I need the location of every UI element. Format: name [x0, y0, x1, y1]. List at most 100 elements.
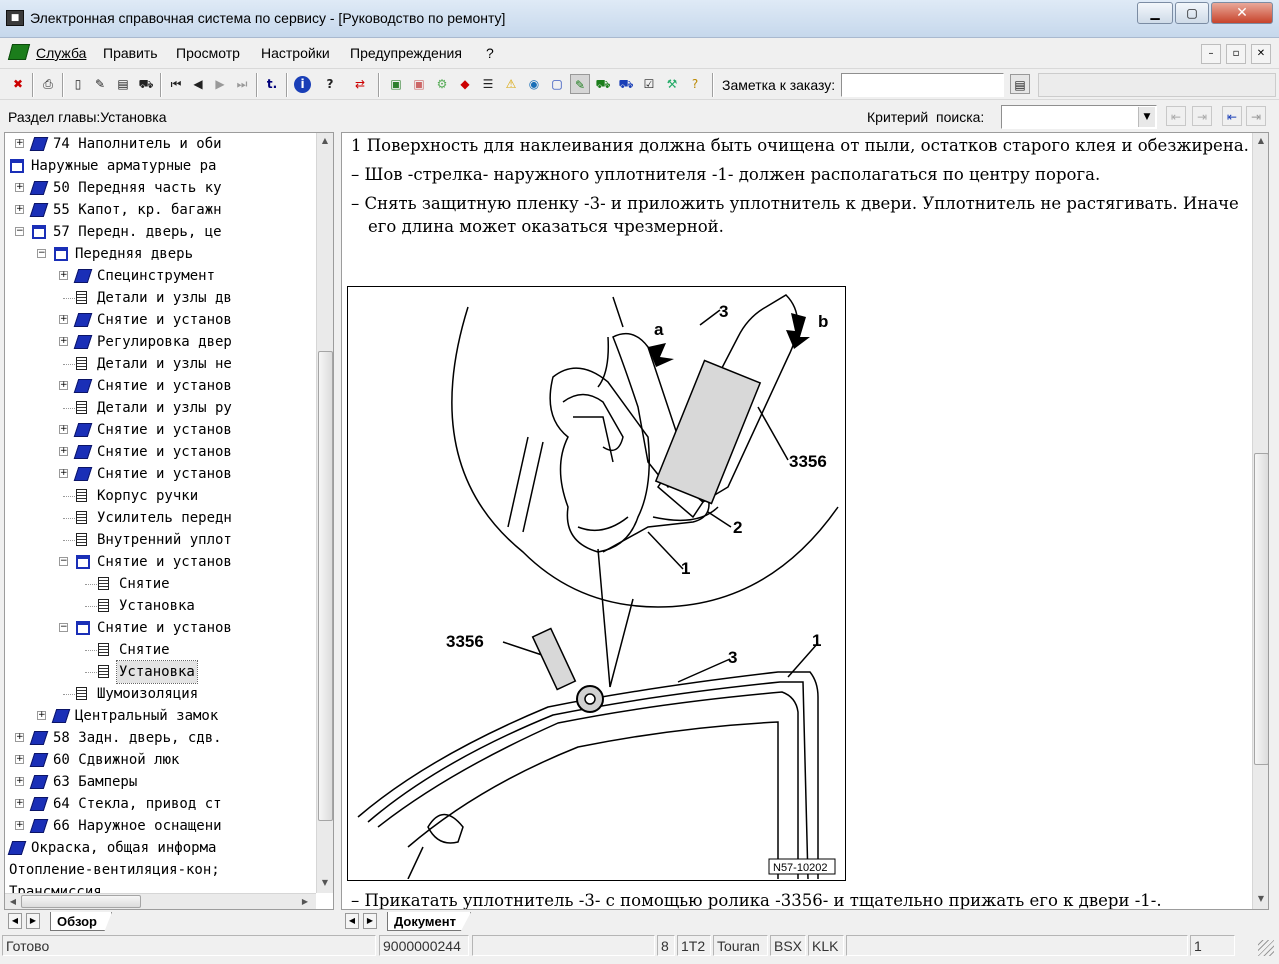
- doc-tab-prev-icon[interactable]: ◀: [345, 913, 359, 929]
- tree-item[interactable]: +74 Наполнитель и оби: [5, 133, 316, 155]
- tab-document[interactable]: Документ: [387, 912, 471, 931]
- tree-item[interactable]: Внутренний уплот: [5, 529, 316, 551]
- box-icon[interactable]: ▢: [547, 74, 567, 94]
- collapse-icon[interactable]: −: [59, 623, 68, 632]
- tree-item[interactable]: + Снятие и установ: [5, 441, 316, 463]
- car-icon[interactable]: ⛟: [136, 74, 156, 94]
- new-document-icon[interactable]: ▯: [68, 74, 88, 94]
- minimize-button[interactable]: ▁: [1137, 2, 1173, 24]
- warning-icon[interactable]: ⚠: [501, 74, 521, 94]
- menu-view[interactable]: Просмотр: [176, 45, 240, 61]
- tree-hscroll-thumb[interactable]: [21, 895, 141, 908]
- close-button[interactable]: ✕: [1211, 2, 1273, 24]
- expand-icon[interactable]: +: [15, 755, 24, 764]
- tree-item[interactable]: Снятие: [5, 639, 316, 661]
- tree-item[interactable]: Корпус ручки: [5, 485, 316, 507]
- expand-icon[interactable]: +: [15, 777, 24, 786]
- resize-grip-icon[interactable]: [1258, 940, 1274, 956]
- scroll-right-arrow-icon[interactable]: ▶: [297, 894, 313, 909]
- tree-item[interactable]: +63 Бамперы: [5, 771, 316, 793]
- tree-item[interactable]: +Окраска, общая информа: [5, 837, 316, 859]
- expand-icon[interactable]: +: [59, 469, 68, 478]
- mdi-restore-button[interactable]: ▫: [1226, 44, 1246, 64]
- tree-item[interactable]: Снятие: [5, 573, 316, 595]
- expand-icon[interactable]: +: [59, 337, 68, 346]
- search-back-icon[interactable]: ⇤: [1166, 106, 1186, 126]
- car-blue-icon[interactable]: ⛟: [616, 74, 636, 94]
- scroll-left-arrow-icon[interactable]: ◀: [5, 894, 21, 909]
- tree-item[interactable]: − 57 Передн. дверь, це: [5, 221, 316, 243]
- tree-item[interactable]: +Отопление-вентиляция-кон;: [5, 859, 316, 881]
- collapse-icon[interactable]: −: [59, 557, 68, 566]
- tree-item[interactable]: Детали и узлы не: [5, 353, 316, 375]
- tree-item[interactable]: Детали и узлы дв: [5, 287, 316, 309]
- exit-icon[interactable]: ✖: [8, 74, 28, 94]
- help-icon[interactable]: ?: [320, 74, 340, 94]
- maximize-button[interactable]: ▢: [1175, 2, 1209, 24]
- doc-tab-next-icon[interactable]: ▶: [363, 913, 377, 929]
- menu-warnings[interactable]: Предупреждения: [350, 45, 462, 61]
- edit-document-icon[interactable]: ✎: [90, 74, 110, 94]
- pen-green-icon[interactable]: ✎: [570, 74, 590, 94]
- expand-icon[interactable]: +: [59, 425, 68, 434]
- tree-item[interactable]: +55 Капот, кр. багажн: [5, 199, 316, 221]
- next-page-icon[interactable]: ▶: [210, 74, 230, 94]
- book-orange-icon[interactable]: ▣: [409, 74, 429, 94]
- menu-edit[interactable]: Править: [103, 45, 158, 61]
- up-level-icon[interactable]: t.: [262, 74, 282, 94]
- clipboard-icon[interactable]: ☑: [639, 74, 659, 94]
- expand-icon[interactable]: +: [37, 711, 46, 720]
- tree-item[interactable]: +66 Наружное оснащени: [5, 815, 316, 837]
- search-next-icon[interactable]: ⇥: [1246, 106, 1266, 126]
- tree-item[interactable]: + Снятие и установ: [5, 463, 316, 485]
- tree-item[interactable]: Установка: [5, 660, 316, 684]
- chevron-down-icon[interactable]: ▼: [1138, 107, 1155, 127]
- car-green-icon[interactable]: ⛟: [593, 74, 613, 94]
- menu-help[interactable]: ?: [486, 45, 494, 61]
- tree-item[interactable]: + Снятие и установ: [5, 309, 316, 331]
- print-icon[interactable]: ⎙: [38, 74, 58, 94]
- first-page-icon[interactable]: ⏮: [166, 74, 186, 94]
- tree-item[interactable]: + Специнструмент: [5, 265, 316, 287]
- search-forward-icon[interactable]: ⇥: [1192, 106, 1212, 126]
- order-note-button[interactable]: ▤: [1010, 74, 1030, 94]
- globe-icon[interactable]: ◉: [524, 74, 544, 94]
- collapse-icon[interactable]: −: [37, 249, 46, 258]
- prev-page-icon[interactable]: ◀: [188, 74, 208, 94]
- tree-item[interactable]: + Снятие и установ: [5, 419, 316, 441]
- expand-icon[interactable]: +: [59, 381, 68, 390]
- expand-icon[interactable]: +: [15, 183, 24, 192]
- info-icon[interactable]: i: [294, 76, 311, 93]
- tab-overview[interactable]: Обзор: [50, 912, 112, 931]
- tree-item[interactable]: Детали и узлы ру: [5, 397, 316, 419]
- tree-hscrollbar[interactable]: ◀ ▶: [5, 893, 316, 909]
- tree-item[interactable]: − Снятие и установ: [5, 551, 316, 573]
- document-scrollbar[interactable]: ▲ ▼: [1252, 133, 1268, 909]
- notes-icon[interactable]: ▤: [113, 74, 133, 94]
- expand-icon[interactable]: +: [15, 799, 24, 808]
- tree-item[interactable]: − Снятие и установ: [5, 617, 316, 639]
- mdi-close-button[interactable]: ✕: [1251, 44, 1271, 64]
- tree-item[interactable]: + Снятие и установ: [5, 375, 316, 397]
- tree-scroll-thumb[interactable]: [318, 351, 333, 821]
- expand-icon[interactable]: +: [59, 271, 68, 280]
- expand-icon[interactable]: +: [15, 733, 24, 742]
- tree-item[interactable]: +60 Сдвижной люк: [5, 749, 316, 771]
- expand-icon[interactable]: +: [59, 315, 68, 324]
- engine-icon[interactable]: ⚙: [432, 74, 452, 94]
- collapse-icon[interactable]: −: [15, 227, 24, 236]
- tree-item[interactable]: Шумоизоляция: [5, 683, 316, 705]
- order-note-field[interactable]: [841, 73, 1004, 97]
- tree-item[interactable]: + Центральный замок: [5, 705, 316, 727]
- tree-item[interactable]: − Передняя дверь: [5, 243, 316, 265]
- menu-settings[interactable]: Настройки: [261, 45, 330, 61]
- tree-item[interactable]: Усилитель передн: [5, 507, 316, 529]
- sync-icon[interactable]: ⇄: [350, 74, 370, 94]
- tree-item[interactable]: +50 Передняя часть ку: [5, 177, 316, 199]
- expand-icon[interactable]: +: [59, 447, 68, 456]
- doc-scroll-thumb[interactable]: [1254, 453, 1268, 765]
- search-combobox[interactable]: ▼: [1001, 105, 1157, 129]
- tab-next-icon[interactable]: ▶: [26, 913, 40, 929]
- book-red-icon[interactable]: ◆: [455, 74, 475, 94]
- last-page-icon[interactable]: ⏭: [232, 74, 252, 94]
